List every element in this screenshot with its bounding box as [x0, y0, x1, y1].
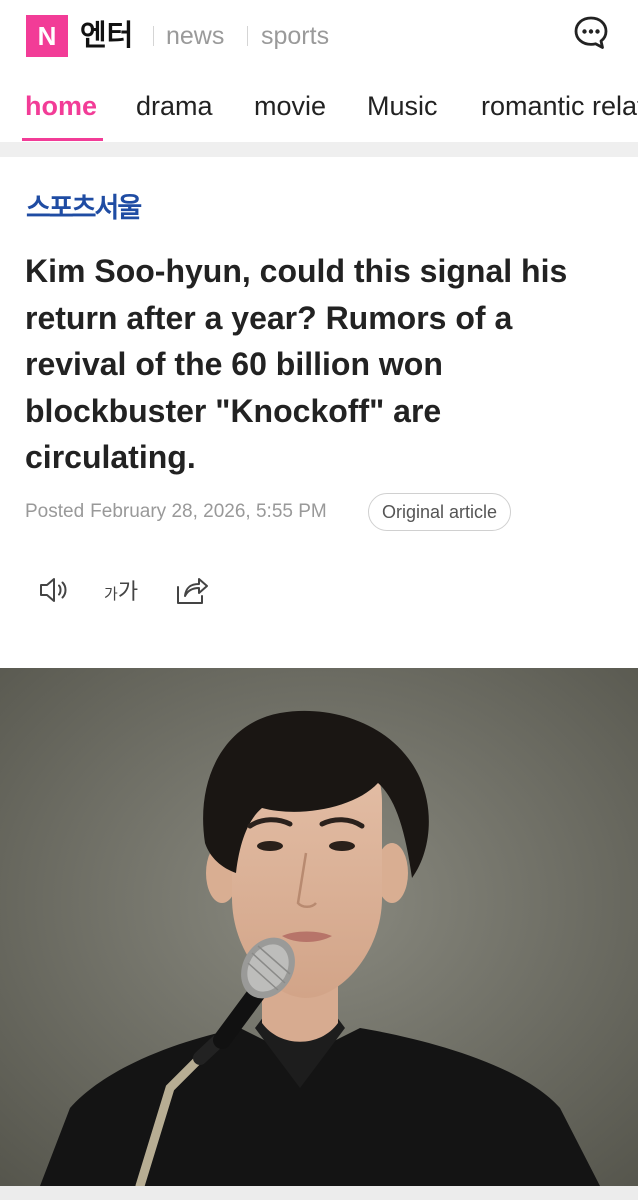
bottom-strip — [0, 1186, 638, 1200]
nav-link-news[interactable]: news — [166, 18, 224, 54]
section-logo-text[interactable]: 엔터 — [80, 14, 133, 56]
listen-button[interactable] — [37, 572, 73, 608]
divider — [153, 26, 154, 46]
naver-logo-badge[interactable]: N — [26, 15, 68, 57]
divider — [247, 26, 248, 46]
press-logo[interactable]: 스포츠서울 — [26, 192, 142, 226]
tab-movie[interactable]: movie — [254, 86, 326, 126]
tab-music[interactable]: Music — [367, 86, 438, 126]
tab-drama[interactable]: drama — [136, 86, 213, 126]
share-icon — [177, 578, 208, 604]
active-tab-indicator — [22, 138, 103, 141]
article-meta: Posted February 28, 2026, 5:55 PM — [25, 498, 327, 526]
posted-date: February 28, 2026, 5:55 PM — [90, 501, 327, 522]
section-divider — [0, 142, 638, 157]
chat-bubble-dots-icon — [574, 16, 608, 49]
share-button[interactable] — [174, 572, 210, 608]
article-photo[interactable] — [0, 668, 638, 1186]
nav-link-sports[interactable]: sports — [261, 18, 329, 54]
posted-label: Posted — [25, 501, 85, 522]
chat-button[interactable] — [572, 14, 610, 52]
speaker-icon — [40, 578, 67, 602]
tab-home[interactable]: home — [25, 86, 97, 126]
font-size-big-glyph: 가 — [117, 580, 139, 605]
font-size-button[interactable]: 가가 — [104, 574, 138, 606]
category-tabs: home drama movie Music romantic relation… — [0, 72, 638, 142]
article-headline: Kim Soo-hyun, could this signal his retu… — [25, 253, 568, 475]
tab-romantic-relationship[interactable]: romantic relationship — [481, 86, 638, 126]
top-bar: N 엔터 news sports — [0, 0, 638, 72]
original-article-button[interactable]: Original article — [368, 493, 512, 531]
font-size-small-glyph: 가 — [104, 585, 118, 603]
man-at-microphone-image — [0, 668, 638, 1186]
